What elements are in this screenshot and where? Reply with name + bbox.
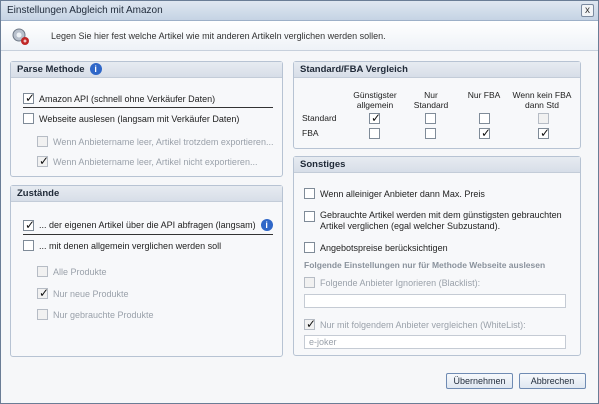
blacklist-input[interactable] <box>304 294 566 308</box>
own-items-checkbox[interactable] <box>23 218 35 232</box>
parse-method-heading: Parse Methode <box>17 64 85 75</box>
amazon-api-checkbox[interactable] <box>23 91 35 105</box>
other-settings-panel: Sonstiges Wenn alleiniger Anbieter dann … <box>293 156 581 356</box>
whitelist-input[interactable]: e-joker <box>304 335 566 349</box>
info-icon[interactable]: i <box>89 63 102 76</box>
offer-price-label: Angebotspreise berücksichtigen <box>320 242 448 253</box>
dialog-header: Legen Sie hier fest welche Artikel wie m… <box>1 21 598 51</box>
sub-option-1-label: Wenn Anbietername leer, Artikel trotzdem… <box>53 136 274 147</box>
row-label-fba: FBA <box>302 128 319 138</box>
selection-underline <box>23 234 273 235</box>
sub-option-1-checkbox <box>37 136 48 147</box>
standard-cheapest-checkbox[interactable] <box>369 111 381 125</box>
used-comparison-line-1: Gebrauchte Artikel werden mit dem günsti… <box>320 210 562 220</box>
column-header-fba: Nur FBA <box>467 90 501 100</box>
column-header-standard: Nur Standard <box>413 90 449 110</box>
whitelist-checkbox <box>304 317 316 331</box>
column-header-fallback: Wenn kein FBA dann Std <box>512 90 572 110</box>
condition-panel: Zustände ... der eigenen Artikel über di… <box>10 185 283 357</box>
amazon-api-label: Amazon API (schnell ohne Verkäufer Daten… <box>39 93 216 104</box>
used-comparison-checkbox[interactable] <box>304 211 315 222</box>
amazon-api-option[interactable]: Amazon API (schnell ohne Verkäufer Daten… <box>23 91 216 105</box>
sub-option-2: Wenn Anbietername leer, Artikel nicht ex… <box>37 154 258 168</box>
new-products-checkbox <box>37 286 49 300</box>
other-settings-title: Sonstiges <box>294 157 580 173</box>
used-products-option: Nur gebrauchte Produkte <box>37 309 154 320</box>
settings-dialog: Einstellungen Abgleich mit Amazon x Lege… <box>0 0 599 404</box>
standard-fba-checkbox[interactable] <box>479 113 490 124</box>
standard-only-checkbox[interactable] <box>425 113 436 124</box>
max-price-option[interactable]: Wenn alleiniger Anbieter dann Max. Preis <box>304 188 485 199</box>
compare-label: ... mit denen allgemein verglichen werde… <box>39 240 222 251</box>
condition-title: Zustände <box>11 186 282 202</box>
used-products-checkbox <box>37 309 48 320</box>
sub-option-2-label: Wenn Anbietername leer, Artikel nicht ex… <box>53 156 258 167</box>
fba-only-checkbox[interactable] <box>479 126 491 140</box>
own-items-option[interactable]: ... der eigenen Artikel über die API abf… <box>23 218 273 232</box>
fba-cheapest-checkbox[interactable] <box>369 128 380 139</box>
title-bar: Einstellungen Abgleich mit Amazon x <box>1 1 598 21</box>
offer-price-checkbox[interactable] <box>304 242 315 253</box>
close-button[interactable]: x <box>581 4 594 17</box>
used-comparison-label: Gebrauchte Artikel werden mit dem günsti… <box>320 210 562 232</box>
blacklist-checkbox <box>304 277 315 288</box>
selection-underline <box>23 107 273 108</box>
webseite-checkbox[interactable] <box>23 113 34 124</box>
column-header-cheapest: Günstigster allgemein <box>353 90 397 110</box>
blacklist-option: Folgende Anbieter Ignorieren (Blacklist)… <box>304 277 480 288</box>
standard-fba-panel: Standard/FBA Vergleich Günstigster allge… <box>293 61 581 149</box>
fba-fallback-checkbox[interactable] <box>538 126 550 140</box>
standard-fba-title: Standard/FBA Vergleich <box>294 62 580 78</box>
sub-option-1: Wenn Anbietername leer, Artikel trotzdem… <box>37 136 273 147</box>
window-title: Einstellungen Abgleich mit Amazon <box>7 5 163 16</box>
webseite-label: Webseite auslesen (langsam mit Verkäufer… <box>39 113 240 124</box>
offer-price-option[interactable]: Angebotspreise berücksichtigen <box>304 242 448 253</box>
apply-button[interactable]: Übernehmen <box>446 373 513 389</box>
row-label-standard: Standard <box>302 113 337 123</box>
parse-method-panel: Parse Methode i Amazon API (schnell ohne … <box>10 61 283 177</box>
new-products-label: Nur neue Produkte <box>53 288 129 299</box>
max-price-checkbox[interactable] <box>304 188 315 199</box>
all-products-option: Alle Produkte <box>37 266 107 277</box>
webseite-option[interactable]: Webseite auslesen (langsam mit Verkäufer… <box>23 113 239 124</box>
gear-sync-icon <box>12 28 29 45</box>
header-description: Legen Sie hier fest welche Artikel wie m… <box>51 31 386 41</box>
used-comparison-line-2: Artikel verglichen (egal welcher Subzust… <box>320 221 501 231</box>
max-price-label: Wenn alleiniger Anbieter dann Max. Preis <box>320 188 485 199</box>
parse-method-title: Parse Methode i <box>11 62 282 78</box>
all-products-checkbox <box>37 266 48 277</box>
sub-option-2-checkbox <box>37 154 49 168</box>
own-items-label: ... der eigenen Artikel über die API abf… <box>39 220 256 230</box>
all-products-label: Alle Produkte <box>53 266 107 277</box>
info-icon[interactable]: i <box>260 219 273 231</box>
standard-fallback-checkbox <box>538 113 549 124</box>
cancel-button[interactable]: Abbrechen <box>519 373 586 389</box>
new-products-option: Nur neue Produkte <box>37 286 129 300</box>
whitelist-option: Nur mit folgendem Anbieter vergleichen (… <box>304 317 526 331</box>
used-comparison-option[interactable]: Gebrauchte Artikel werden mit dem günsti… <box>304 210 562 232</box>
blacklist-label: Folgende Anbieter Ignorieren (Blacklist)… <box>320 277 481 288</box>
whitelist-label: Nur mit folgendem Anbieter vergleichen (… <box>320 319 526 330</box>
website-settings-heading: Folgende Einstellungen nur für Methode W… <box>304 260 546 270</box>
fba-standard-checkbox[interactable] <box>425 128 436 139</box>
compare-checkbox[interactable] <box>23 240 34 251</box>
compare-option[interactable]: ... mit denen allgemein verglichen werde… <box>23 240 221 251</box>
used-products-label: Nur gebrauchte Produkte <box>53 309 154 320</box>
